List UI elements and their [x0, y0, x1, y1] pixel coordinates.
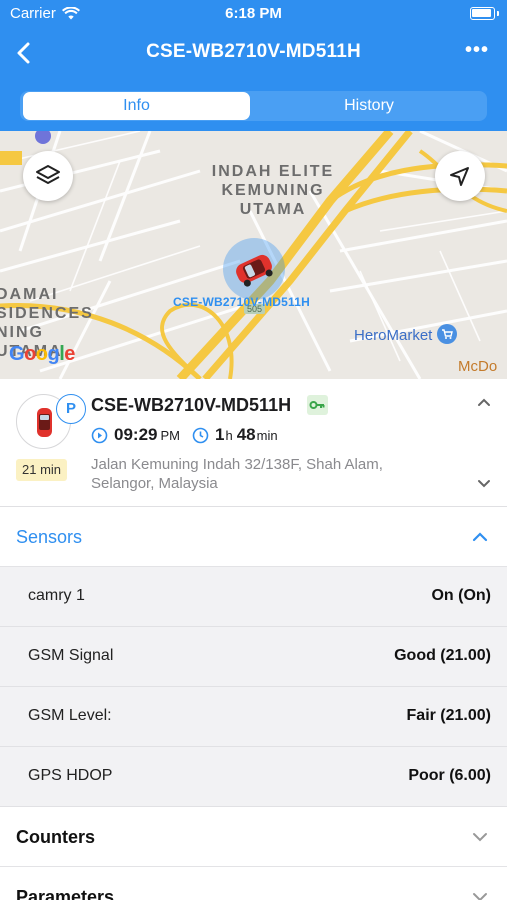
sensors-title: Sensors — [16, 527, 83, 547]
parking-badge: P — [56, 394, 86, 424]
sensor-row: GPS HDOP Poor (6.00) — [0, 747, 507, 807]
chevron-down-icon — [473, 893, 487, 900]
sensor-name: GSM Signal — [28, 647, 114, 664]
play-clock-icon — [91, 427, 108, 443]
sensor-row: GSM Signal Good (21.00) — [0, 627, 507, 687]
stop-minutes-unit: min — [256, 427, 278, 443]
map-view[interactable]: INDAH ELITE KEMUNING UTAMA DAMAI SIDENCE… — [0, 131, 507, 379]
car-icon — [236, 254, 273, 287]
sensor-name: camry 1 — [28, 587, 85, 604]
sensors-section-header[interactable]: Sensors — [0, 507, 507, 567]
my-location-button[interactable] — [435, 151, 485, 201]
chevron-left-icon — [17, 42, 30, 64]
sensor-value: Poor (6.00) — [408, 767, 491, 784]
tab-info[interactable]: Info — [23, 92, 250, 120]
back-button[interactable] — [8, 36, 42, 70]
chevron-up-icon — [478, 398, 490, 406]
clock-icon — [192, 427, 209, 443]
sensor-value: Good (21.00) — [394, 647, 491, 664]
last-time: 09:29 — [114, 425, 158, 444]
nav-bar: CSE-WB2710V-MD511H ••• — [0, 30, 507, 76]
time-row: 09:29 PM 1 h 48 min — [91, 425, 278, 445]
sensor-row: camry 1 On (On) — [0, 567, 507, 627]
map-layers-button[interactable] — [23, 151, 73, 201]
poi-heromarket[interactable]: HeroMarket — [354, 324, 457, 344]
stop-minutes: 48 — [236, 425, 256, 444]
object-card[interactable]: P 21 min CSE-WB2710V-MD511H 09:29 PM 1 h… — [0, 379, 507, 507]
google-logo: Google — [9, 343, 75, 365]
parameters-section-header[interactable]: Parameters — [0, 867, 507, 900]
vehicle-marker[interactable] — [223, 238, 285, 300]
header: Carrier 6:18 PM CSE-WB2710V-MD511H ••• I… — [0, 0, 507, 131]
chevron-up-icon — [472, 532, 488, 542]
expand-address-button[interactable] — [475, 474, 493, 492]
ignition-key-icon — [307, 395, 328, 415]
chevron-down-icon — [478, 480, 490, 488]
tab-history[interactable]: History — [254, 91, 484, 121]
duration-badge: 21 min — [16, 459, 68, 481]
counters-section-header[interactable]: Counters — [0, 807, 507, 867]
object-address: Jalan Kemuning Indah 32/138F, Shah Alam,… — [91, 456, 383, 492]
counters-title: Counters — [16, 827, 96, 847]
sensor-row: GSM Level: Fair (21.00) — [0, 687, 507, 747]
map-area-label: INDAH ELITE KEMUNING UTAMA — [211, 163, 335, 218]
sensor-value: Fair (21.00) — [406, 707, 491, 724]
vehicle-marker-label: CSE-WB2710V-MD511H — [173, 295, 310, 309]
sensors-collapse-icon — [471, 528, 489, 546]
object-name: CSE-WB2710V-MD511H — [91, 395, 292, 415]
stop-hours: 1 — [214, 425, 225, 444]
poi-mcdonalds[interactable]: McDo — [458, 358, 497, 375]
status-time: 6:18 PM — [225, 5, 282, 22]
sensor-name: GSM Level: — [28, 707, 112, 724]
page-title: CSE-WB2710V-MD511H — [146, 41, 361, 62]
more-button[interactable]: ••• — [463, 39, 491, 67]
battery-tip — [497, 11, 499, 16]
parameters-title: Parameters — [16, 887, 115, 900]
last-time-suffix: PM — [160, 427, 180, 443]
parameters-expand-icon — [471, 888, 489, 900]
shopping-cart-icon — [436, 324, 457, 344]
location-arrow-icon — [450, 167, 469, 186]
key-icon — [309, 401, 325, 409]
status-bar: Carrier 6:18 PM — [0, 0, 507, 28]
battery-icon — [470, 7, 495, 20]
sensor-name: GPS HDOP — [28, 767, 113, 784]
poi-heromarket-label: HeroMarket — [354, 327, 433, 344]
segmented-control: Info History — [20, 91, 487, 121]
chevron-down-icon — [473, 833, 487, 842]
collapse-card-button[interactable] — [475, 394, 493, 412]
sensor-value: On (On) — [431, 587, 491, 604]
stop-hours-unit: h — [225, 427, 233, 443]
counters-expand-icon — [471, 828, 489, 846]
layers-icon — [36, 165, 60, 184]
